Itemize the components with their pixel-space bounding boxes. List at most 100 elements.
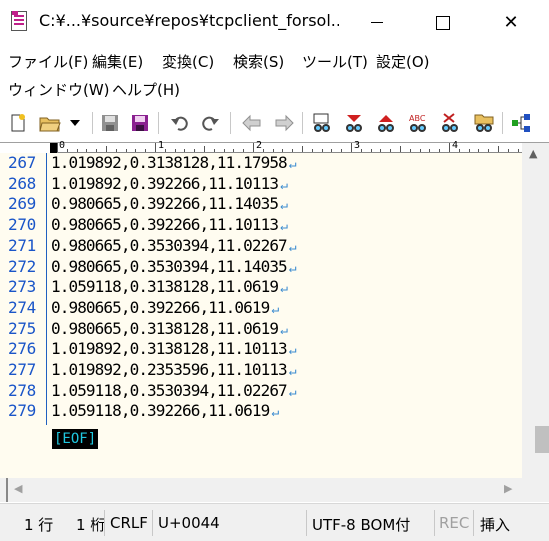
scroll-left-icon[interactable]: ◀ (14, 482, 22, 495)
horizontal-scroll-thumb[interactable] (6, 478, 8, 502)
status-insert-mode[interactable]: 挿入 (480, 514, 510, 535)
ruler-tick (409, 149, 411, 152)
jump-back-icon[interactable] (240, 111, 264, 135)
line-content[interactable]: 1.059118,0.3138128,11.0619 ↵ (51, 277, 288, 297)
horizontal-scrollbar[interactable]: ◀ ▶ (0, 478, 522, 502)
search-icon[interactable] (310, 111, 334, 135)
ruler-label: 0 (59, 140, 66, 151)
ruler-tick (96, 149, 98, 152)
line-content[interactable]: 0.980665,0.392266,11.0619 ↵ (51, 297, 279, 317)
eol-mark: ↵ (280, 281, 288, 297)
menu-window[interactable]: ウィンドウ(W) (8, 79, 110, 100)
ruler-tick (351, 143, 352, 152)
ruler-tick (204, 146, 205, 152)
line-content[interactable]: 0.980665,0.3530394,11.02267 ↵ (51, 235, 297, 255)
eol-mark: ↵ (288, 384, 297, 400)
ruler-tick (370, 149, 372, 152)
line-text: 1.019892,0.3138128,11.17958 (51, 153, 288, 172)
line-text: 0.980665,0.3138128,11.0619 (51, 318, 279, 338)
line-number: 270 (8, 215, 36, 235)
eol-mark: ↵ (280, 198, 288, 214)
line-number: 276 (8, 339, 36, 359)
menu-file[interactable]: ファイル(F) (8, 51, 88, 72)
save-icon[interactable] (98, 111, 122, 135)
line-text: 0.980665,0.392266,11.0619 (51, 297, 270, 317)
ruler-tick (115, 149, 117, 152)
ruler-label: 2 (256, 140, 263, 151)
status-separator (434, 510, 435, 536)
line-text: 0.980665,0.392266,11.14035 (51, 194, 279, 214)
ruler-tick (184, 149, 186, 152)
status-rec: REC (439, 514, 470, 532)
line-number: 275 (8, 318, 36, 338)
minimize-icon (371, 22, 383, 23)
line-text: 0.980665,0.392266,11.10113 (51, 215, 279, 235)
ruler-tick (243, 149, 245, 152)
vertical-scrollbar[interactable]: ▲ (522, 143, 549, 478)
ruler-tick (341, 149, 343, 152)
ruler-tick (164, 149, 166, 152)
minimize-button[interactable] (354, 0, 400, 45)
menu-edit[interactable]: 編集(E) (92, 51, 143, 72)
status-column: 1 桁 (76, 516, 106, 534)
menu-search[interactable]: 検索(S) (233, 51, 284, 72)
menu-help[interactable]: ヘルプ(H) (112, 79, 180, 100)
ruler-tick (145, 149, 147, 152)
status-encoding[interactable]: UTF-8 BOM付 (312, 514, 410, 535)
mark-icon[interactable]: ABC (406, 111, 430, 135)
save-all-icon[interactable] (128, 111, 152, 135)
eol-mark: ↵ (280, 322, 288, 338)
undo-icon[interactable] (168, 111, 192, 135)
editor-lines: 267 1.019892,0.3138128,11.17958 ↵ 268 1.019… (0, 153, 522, 425)
maximize-button[interactable] (420, 0, 466, 45)
line-content[interactable]: 0.980665,0.3138128,11.0619 ↵ (51, 318, 288, 338)
svg-text:ABC: ABC (409, 114, 426, 123)
line-content[interactable]: 1.019892,0.3138128,11.17958 ↵ (51, 153, 297, 172)
dropdown-arrow-icon[interactable] (66, 111, 84, 135)
ruler-tick (66, 149, 68, 152)
line-content[interactable]: 0.980665,0.392266,11.10113 ↵ (51, 215, 288, 235)
outline-icon[interactable] (510, 111, 534, 135)
line-content[interactable]: 1.019892,0.3138128,11.10113 ↵ (51, 339, 297, 359)
line-text: 0.980665,0.3530394,11.02267 (51, 235, 288, 255)
ruler-tick (498, 146, 499, 152)
scroll-up-icon[interactable]: ▲ (529, 147, 537, 160)
toolbar: ABC (0, 105, 549, 141)
ruler-tick (272, 149, 274, 152)
ruler-tick (311, 149, 313, 152)
vertical-scroll-thumb[interactable] (535, 426, 549, 453)
status-codepoint: U+0044 (158, 514, 220, 532)
menu-settings[interactable]: 設定(O) (376, 51, 430, 72)
redo-icon[interactable] (198, 111, 222, 135)
line-text: 1.019892,0.3138128,11.10113 (51, 339, 288, 359)
close-icon: ✕ (503, 12, 519, 33)
open-folder-icon[interactable] (38, 111, 62, 135)
eol-mark: ↵ (288, 157, 297, 172)
search-prev-icon[interactable] (374, 111, 398, 135)
status-line: 1 行 (24, 516, 54, 534)
ruler-tick (478, 149, 480, 152)
search-next-icon[interactable] (342, 111, 366, 135)
scroll-right-icon[interactable]: ▶ (504, 482, 512, 495)
new-file-icon[interactable] (6, 111, 30, 135)
ruler-tick (223, 149, 225, 152)
menu-convert[interactable]: 変換(C) (162, 51, 214, 72)
line-content[interactable]: 1.059118,0.392266,11.0619 ↵ (51, 401, 279, 420)
status-newline[interactable]: CRLF (110, 514, 148, 532)
line-content[interactable]: 0.980665,0.392266,11.14035 ↵ (51, 194, 288, 214)
line-content[interactable]: 1.019892,0.392266,11.10113 ↵ (51, 174, 288, 193)
status-separator (473, 510, 474, 536)
line-content[interactable]: 1.019892,0.2353596,11.10113 ↵ (51, 360, 297, 379)
grep-icon[interactable] (472, 111, 496, 135)
ruler-cursor (50, 143, 57, 153)
eol-mark: ↵ (288, 239, 297, 255)
line-content[interactable]: 1.059118,0.3530394,11.02267 ↵ (51, 381, 297, 400)
close-button[interactable]: ✕ (488, 0, 534, 45)
jump-forward-icon[interactable] (272, 111, 296, 135)
clear-mark-icon[interactable] (438, 111, 462, 135)
menu-tools[interactable]: ツール(T) (302, 51, 368, 72)
ruler-tick (400, 146, 401, 152)
line-content[interactable]: 0.980665,0.3530394,11.14035 ↵ (51, 257, 297, 276)
ruler-label: 1 (158, 140, 165, 151)
ruler-tick (302, 146, 303, 152)
